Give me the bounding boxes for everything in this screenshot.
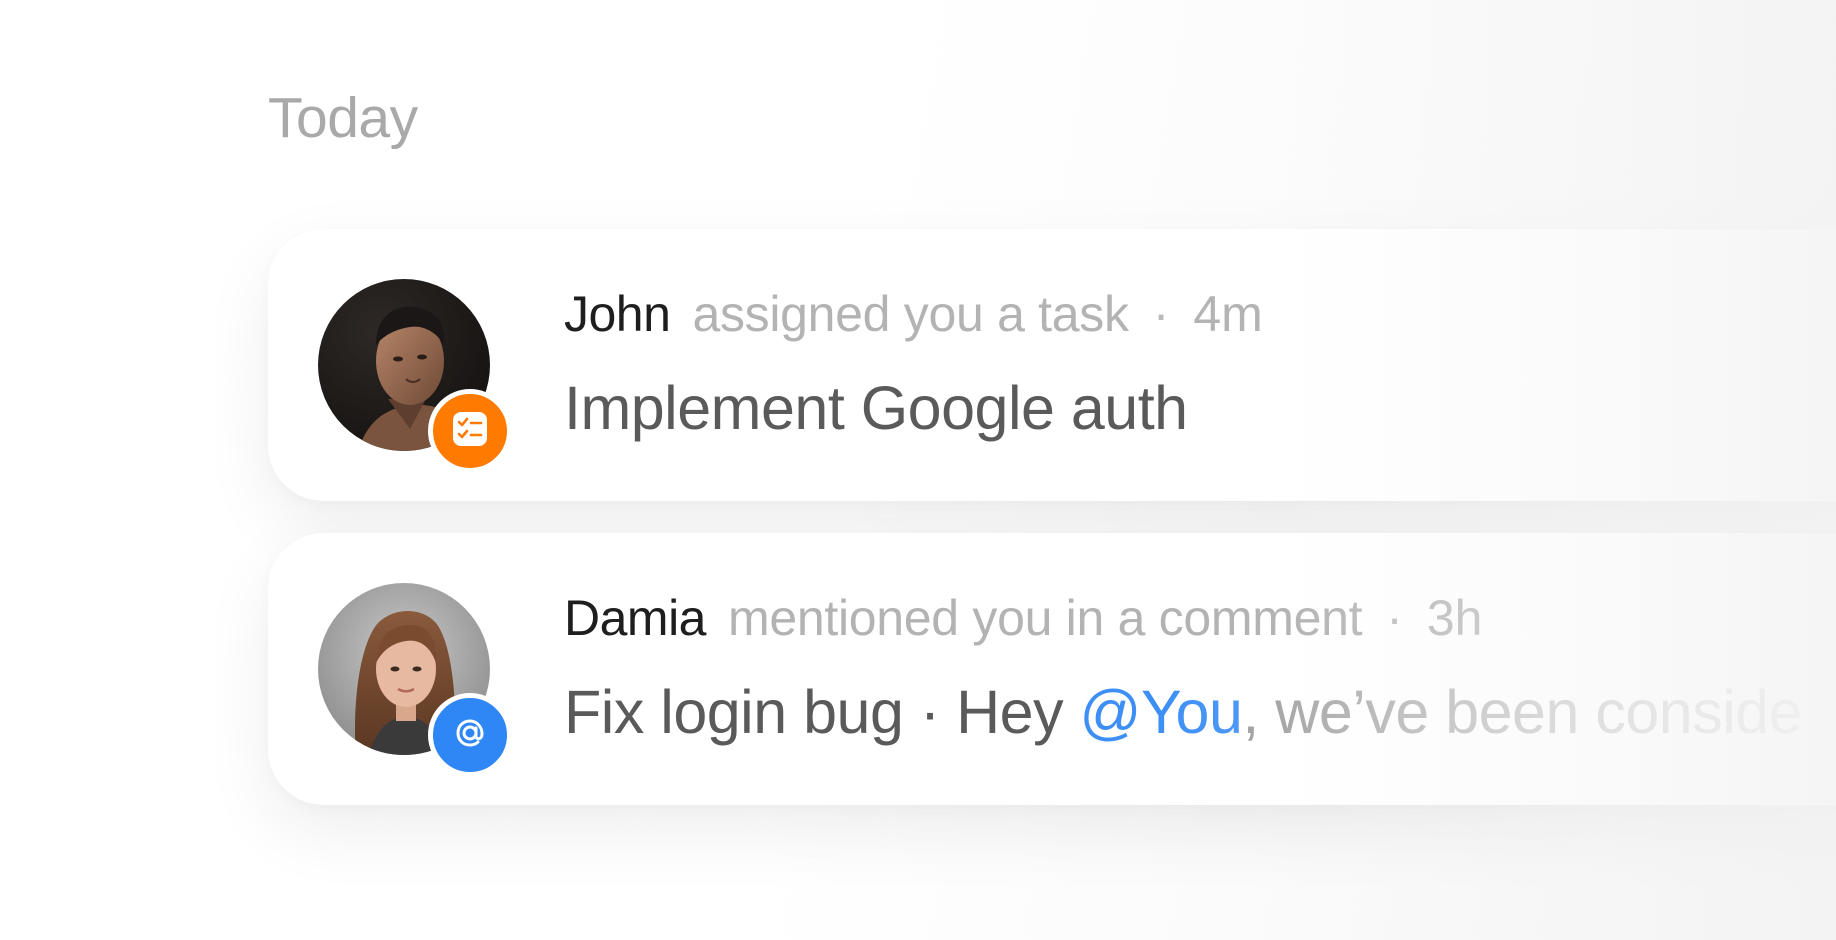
mention-link[interactable]: @You — [1080, 679, 1243, 746]
notification-card[interactable]: John assigned you a task · 4m Implement Goo… — [268, 229, 1836, 501]
separator: · — [1152, 286, 1170, 342]
task-title: Fix login bug — [564, 679, 904, 746]
message-prefix: Hey — [956, 679, 1080, 746]
section-title: Today — [268, 86, 418, 150]
action-text: assigned you a task — [692, 286, 1129, 342]
notification-meta: Damia mentioned you in a comment · 3h — [564, 591, 1482, 646]
message-text: , we’ve been conside — [1242, 679, 1803, 746]
timestamp: 4m — [1193, 286, 1263, 342]
notification-meta: John assigned you a task · 4m — [564, 287, 1263, 342]
timestamp: 3h — [1426, 590, 1483, 646]
avatar-container — [318, 583, 512, 777]
at-sign-icon — [449, 712, 491, 759]
avatar-container — [318, 279, 512, 473]
notification-card[interactable]: Damia mentioned you in a comment · 3h Fix l… — [268, 533, 1836, 805]
actor-name[interactable]: John — [564, 286, 671, 342]
task-badge — [428, 389, 512, 473]
comment-preview[interactable]: Fix login bug · Hey @You, we’ve been con… — [564, 679, 1836, 746]
action-text: mentioned you in a comment — [727, 590, 1363, 646]
mention-badge — [428, 693, 512, 777]
checklist-icon — [450, 409, 490, 454]
actor-name[interactable]: Damia — [564, 590, 706, 646]
task-separator: · — [903, 679, 957, 746]
separator: · — [1386, 590, 1403, 646]
task-title[interactable]: Implement Google auth — [564, 374, 1188, 442]
